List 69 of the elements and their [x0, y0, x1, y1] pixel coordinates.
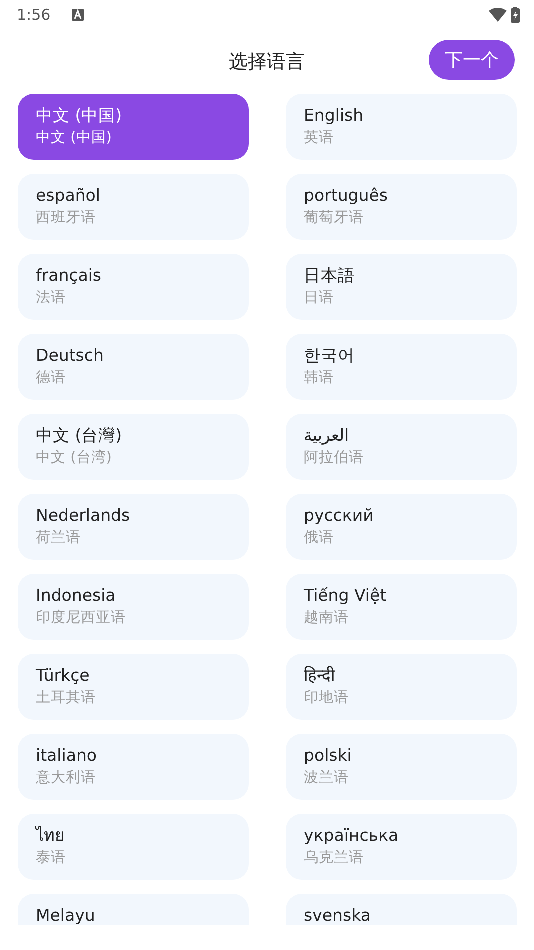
language-translation: 印度尼西亚语 [36, 608, 127, 628]
language-translation: 意大利语 [36, 769, 97, 788]
language-option[interactable]: 한국어 韩语 [286, 334, 517, 400]
language-name: Melayu [36, 905, 96, 925]
language-option[interactable]: français 法语 [18, 254, 249, 320]
language-option[interactable]: ไทย 泰语 [18, 814, 249, 880]
language-name: italiano [36, 745, 98, 767]
language-name: العربية [304, 425, 350, 447]
language-translation: 中文 (台湾) [36, 448, 113, 468]
language-name: svenska [304, 905, 372, 925]
language-option[interactable]: русский 俄语 [286, 494, 517, 560]
language-option[interactable]: English 英语 [286, 94, 517, 160]
language-name: українська [304, 825, 400, 847]
language-option[interactable]: हिन्दी 印地语 [286, 654, 517, 720]
notification-icon [72, 9, 84, 21]
language-translation: 英语 [304, 129, 335, 148]
battery-icon [511, 7, 520, 23]
language-name: 中文 (中国) [36, 105, 124, 127]
language-name: हिन्दी [304, 665, 336, 687]
language-option[interactable]: Tiếng Việt 越南语 [286, 574, 517, 640]
language-name: 日本語 [304, 265, 356, 287]
language-name: português [304, 185, 389, 207]
language-option[interactable]: español 西班牙语 [18, 174, 249, 240]
language-name: Deutsch [36, 345, 105, 367]
language-name: русский [304, 505, 375, 527]
language-name: English [304, 105, 365, 127]
language-translation: 法语 [36, 289, 67, 308]
language-translation: 阿拉伯语 [304, 449, 365, 468]
language-translation: 俄语 [304, 529, 335, 548]
language-option[interactable]: Melayu [18, 894, 249, 925]
language-option[interactable]: svenska [286, 894, 517, 925]
language-name: polski [304, 745, 353, 767]
language-name: Nederlands [36, 505, 132, 527]
language-option[interactable]: 中文 (中国) 中文 (中国) [18, 94, 249, 160]
language-option[interactable]: 中文 (台灣) 中文 (台湾) [18, 414, 249, 480]
language-option[interactable]: Indonesia 印度尼西亚语 [18, 574, 249, 640]
language-name: Türkçe [36, 665, 91, 687]
language-option[interactable]: українська 乌克兰语 [286, 814, 517, 880]
language-translation: 韩语 [304, 369, 335, 388]
next-button[interactable]: 下一个 [429, 40, 515, 80]
language-name: español [36, 185, 102, 207]
language-option[interactable]: Türkçe 土耳其语 [18, 654, 249, 720]
language-name: ไทย [36, 825, 66, 847]
language-name: 한국어 [304, 345, 356, 367]
language-translation: 印地语 [304, 689, 350, 708]
language-option[interactable]: português 葡萄牙语 [286, 174, 517, 240]
language-name: français [36, 265, 103, 287]
language-translation: 波兰语 [304, 769, 350, 788]
language-translation: 越南语 [304, 609, 350, 628]
language-translation: 德语 [36, 369, 67, 388]
language-name: Indonesia [36, 585, 117, 607]
language-translation: 中文 (中国) [36, 129, 113, 148]
language-option[interactable]: polski 波兰语 [286, 734, 517, 800]
language-option[interactable]: Nederlands 荷兰语 [18, 494, 249, 560]
language-translation: 西班牙语 [36, 209, 97, 228]
status-time: 1:56 [17, 4, 51, 26]
screen-title: 选择语言 [229, 50, 305, 75]
language-option[interactable]: Deutsch 德语 [18, 334, 249, 400]
language-translation: 土耳其语 [36, 689, 97, 708]
language-translation: 泰语 [36, 849, 67, 868]
language-translation: 日语 [304, 289, 335, 308]
wifi-icon [489, 8, 507, 22]
language-option[interactable]: 日本語 日语 [286, 254, 517, 320]
language-option[interactable]: italiano 意大利语 [18, 734, 249, 800]
language-translation: 荷兰语 [36, 529, 82, 548]
language-name: 中文 (台灣) [36, 425, 124, 447]
language-translation: 葡萄牙语 [304, 209, 365, 228]
language-name: Tiếng Việt [304, 585, 388, 607]
language-translation: 乌克兰语 [304, 849, 365, 868]
